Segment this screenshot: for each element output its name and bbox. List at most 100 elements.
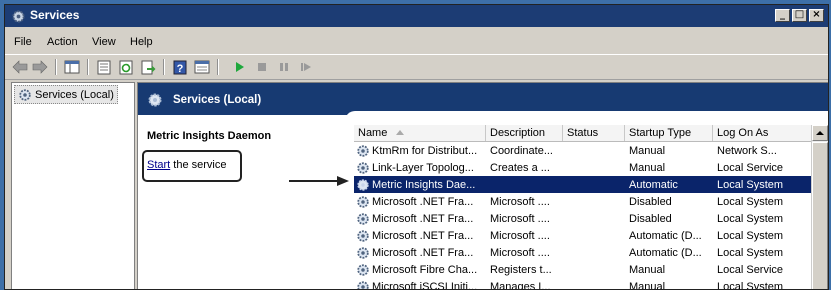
help-icon[interactable]: ? <box>171 58 189 76</box>
cell-description-text: Microsoft .... <box>490 196 550 208</box>
selected-service-title: Metric Insights Daemon <box>147 130 271 142</box>
cell-log-on-as: Local Service <box>713 264 813 276</box>
cell-startup-type-text: Disabled <box>629 213 672 225</box>
table-row[interactable]: Link-Layer Topolog...Creates a ...Manual… <box>354 159 813 176</box>
stop-service-icon[interactable] <box>253 58 271 76</box>
table-row[interactable]: Microsoft .NET Fra...Microsoft ....Autom… <box>354 244 813 261</box>
menu-bar: File Action View Help <box>5 31 828 51</box>
window-title: Services <box>30 8 79 22</box>
cell-name: Metric Insights Dae... <box>354 178 486 192</box>
cell-description-text: Creates a ... <box>490 162 550 174</box>
column-description[interactable]: Description <box>486 125 563 141</box>
start-service-icon[interactable] <box>231 58 249 76</box>
cell-description-text: Registers t... <box>490 264 552 276</box>
cell-startup-type-text: Automatic (D... <box>629 230 702 242</box>
service-gear-icon <box>356 280 370 290</box>
cell-log-on-as: Network S... <box>713 145 813 157</box>
cell-startup-type: Manual <box>625 162 713 174</box>
title-bar: Services _ □ × <box>5 5 828 27</box>
cell-startup-type-text: Disabled <box>629 196 672 208</box>
cell-log-on-as-text: Local System <box>717 281 783 290</box>
close-button[interactable]: × <box>809 9 824 22</box>
cell-startup-type-text: Automatic (D... <box>629 247 702 259</box>
column-name[interactable]: Name <box>354 125 486 141</box>
table-row[interactable]: KtmRm for Distribut...Coordinate... Manua… <box>354 142 813 159</box>
start-service-text: the service <box>170 159 226 171</box>
column-log-on-as[interactable]: Log On As <box>713 125 813 141</box>
cell-description-text: Microsoft .... <box>490 247 550 259</box>
service-gear-icon <box>356 246 370 260</box>
menu-file[interactable]: File <box>14 36 32 48</box>
column-startup-type[interactable]: Startup Type <box>625 125 713 141</box>
cell-log-on-as-text: Local System <box>717 213 783 225</box>
cell-log-on-as: Local System <box>713 281 813 290</box>
resume-service-icon[interactable] <box>297 58 315 76</box>
table-row[interactable]: Microsoft iSCSI Initi... Manages I... Manu… <box>354 278 813 290</box>
scroll-thumb[interactable] <box>812 142 828 290</box>
table-row-selected[interactable]: Metric Insights Dae... Automatic Local Sys… <box>354 176 813 193</box>
table-row[interactable]: Microsoft Fibre Cha... Registers t... Manu… <box>354 261 813 278</box>
service-gear-icon <box>356 212 370 226</box>
cell-log-on-as: Local System <box>713 247 813 259</box>
table-row[interactable]: Microsoft .NET Fra... Microsoft .... Disab… <box>354 210 813 227</box>
menu-action[interactable]: Action <box>47 36 78 48</box>
column-status[interactable]: Status <box>563 125 625 141</box>
cell-description-text: Manages I... <box>490 281 551 290</box>
cell-name: Microsoft .NET Fra... <box>354 212 486 226</box>
cell-startup-type: Manual <box>625 281 713 290</box>
start-service-link[interactable]: Start <box>147 159 170 171</box>
cell-name-text: Microsoft Fibre Cha... <box>372 264 477 276</box>
cell-log-on-as: Local Service <box>713 162 813 174</box>
cell-name: KtmRm for Distribut... <box>354 144 486 158</box>
console-icon[interactable] <box>193 58 211 76</box>
maximize-button[interactable]: □ <box>792 9 807 22</box>
export-icon[interactable] <box>139 58 157 76</box>
pointer-arrow <box>289 175 349 187</box>
cell-startup-type-text: Manual <box>629 264 665 276</box>
menu-help[interactable]: Help <box>130 36 153 48</box>
service-gear-icon <box>356 263 370 277</box>
tree-item-services-local[interactable]: Services (Local) <box>14 85 118 104</box>
cell-log-on-as-text: Local System <box>717 179 783 191</box>
cell-log-on-as: Local System <box>713 196 813 208</box>
service-gear-icon <box>356 229 370 243</box>
tree-item-label: Services (Local) <box>35 89 114 101</box>
sort-ascending-icon <box>396 130 404 135</box>
scroll-up-button[interactable] <box>812 125 828 141</box>
column-header: Name Description Status Startup Type Log… <box>354 125 813 142</box>
cell-startup-type: Automatic <box>625 179 713 191</box>
cell-description-text: Microsoft .... <box>490 213 550 225</box>
cell-startup-type: Manual <box>625 264 713 276</box>
cell-startup-type: Disabled <box>625 213 713 225</box>
cell-name-text: Metric Insights Dae... <box>372 179 475 191</box>
cell-startup-type-text: Automatic <box>629 179 678 191</box>
table-row[interactable]: Microsoft .NET Fra...Microsoft ....Autom… <box>354 227 813 244</box>
cell-description: Microsoft .... <box>486 213 563 225</box>
minimize-button[interactable]: _ <box>775 9 790 22</box>
console-tree: Services (Local) <box>11 82 135 290</box>
cell-name-text: Microsoft iSCSI Initi... <box>372 281 477 290</box>
cell-log-on-as: Local System <box>713 179 813 191</box>
cell-description: Registers t... <box>486 264 563 276</box>
cell-name: Microsoft Fibre Cha... <box>354 263 486 277</box>
service-gear-icon <box>356 144 370 158</box>
table-row[interactable]: Microsoft .NET Fra...Microsoft ....Disab… <box>354 193 813 210</box>
cell-log-on-as: Local System <box>713 213 813 225</box>
pause-service-icon[interactable] <box>275 58 293 76</box>
cell-description: Coordinate... <box>486 145 563 157</box>
cell-startup-type-text: Manual <box>629 162 665 174</box>
cell-startup-type-text: Manual <box>629 145 665 157</box>
services-panel: Services (Local) Metric Insights Daemon … <box>137 82 829 290</box>
menu-view[interactable]: View <box>92 36 116 48</box>
forward-icon[interactable] <box>31 58 49 76</box>
properties-icon[interactable] <box>95 58 113 76</box>
back-icon[interactable] <box>11 58 29 76</box>
show-hide-tree-icon[interactable] <box>63 58 81 76</box>
refresh-icon[interactable] <box>117 58 135 76</box>
cell-name-text: Microsoft .NET Fra... <box>372 213 473 225</box>
vertical-scrollbar[interactable] <box>811 125 829 290</box>
cell-description: Creates a ... <box>486 162 563 174</box>
extended-tab-edge <box>345 111 829 121</box>
cell-log-on-as-text: Network S... <box>717 145 777 157</box>
services-list: Name Description Status Startup Type Log… <box>354 125 829 290</box>
